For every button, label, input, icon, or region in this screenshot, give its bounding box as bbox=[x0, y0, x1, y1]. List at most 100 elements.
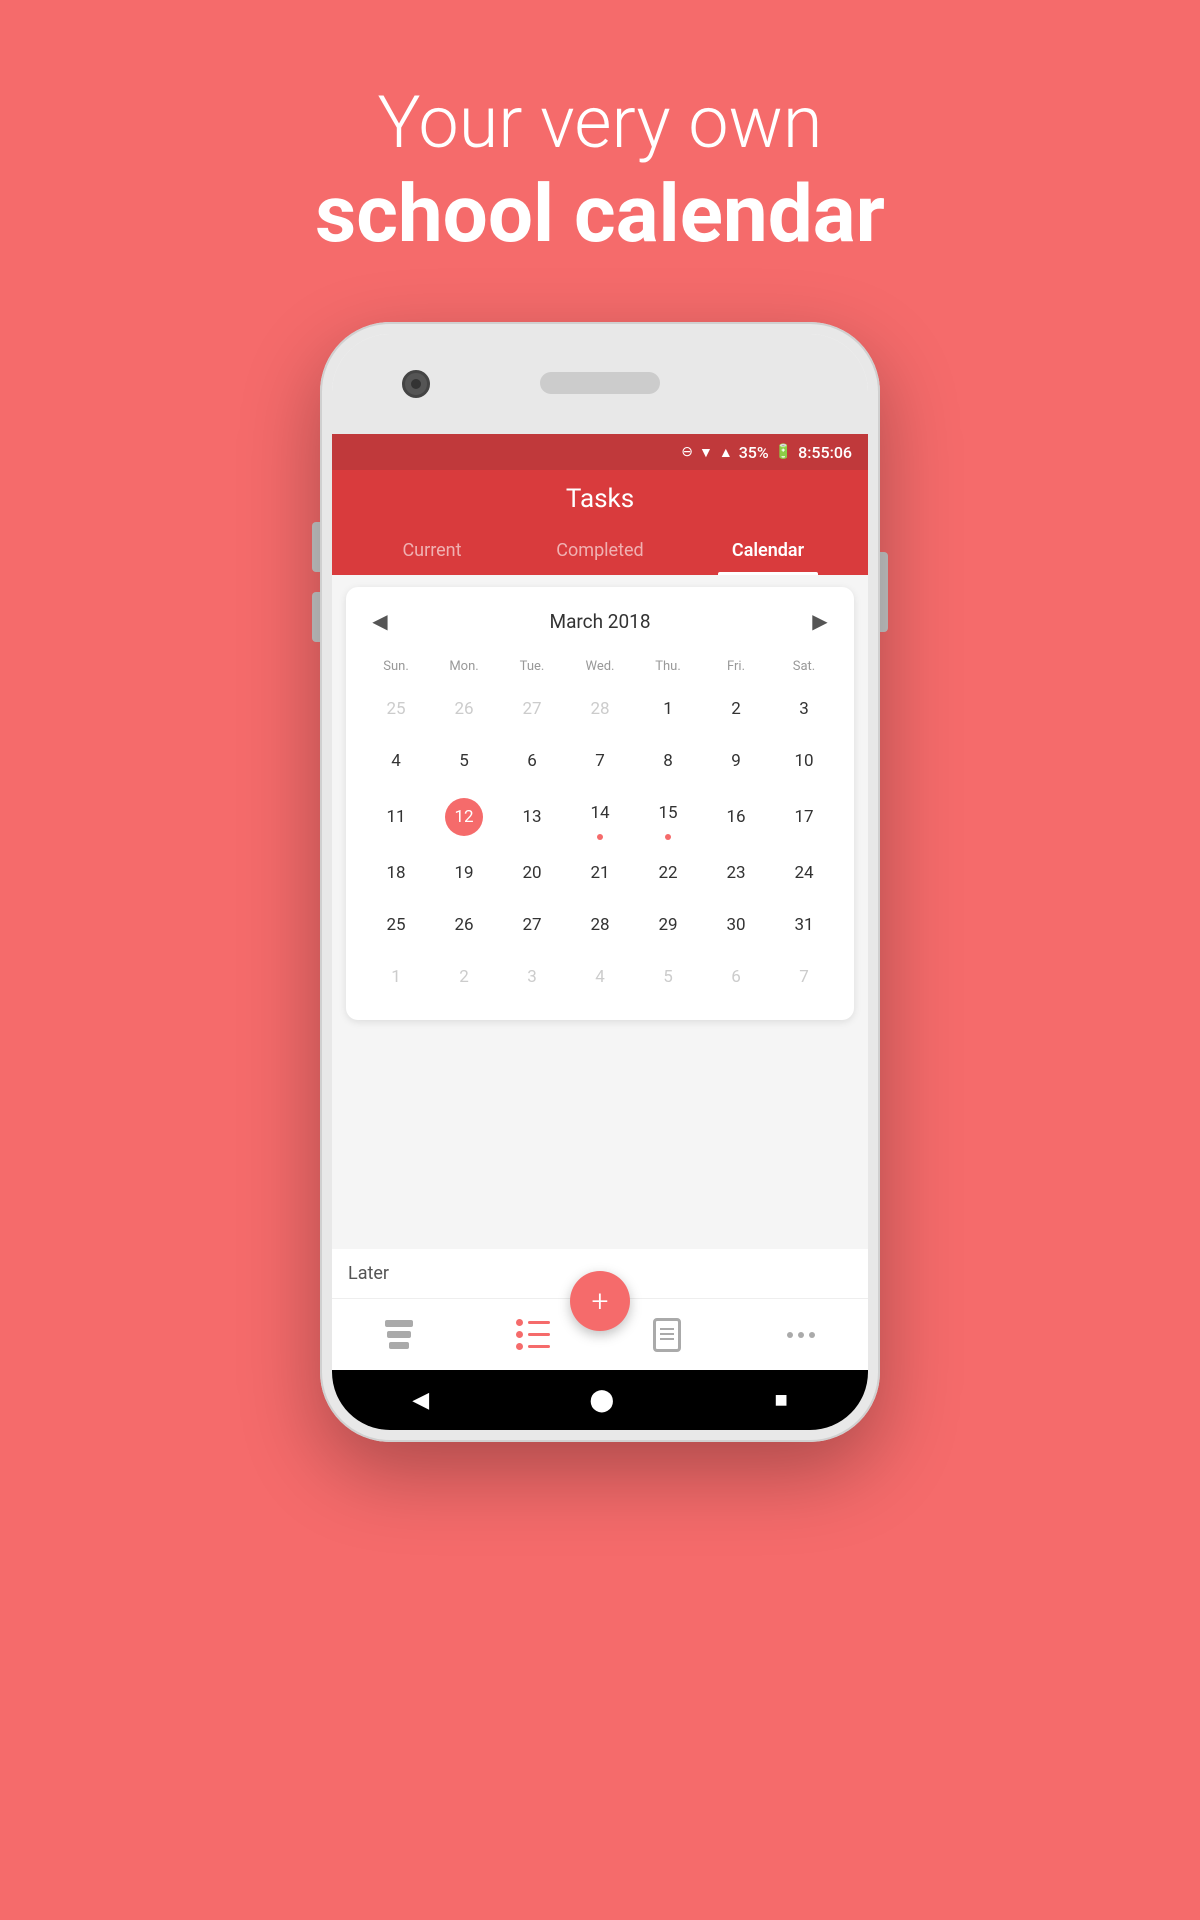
calendar-date-cell[interactable]: 12 bbox=[430, 788, 498, 848]
calendar-date-cell[interactable]: 29 bbox=[634, 900, 702, 952]
more-nav-button[interactable] bbox=[781, 1315, 821, 1355]
calendar-date: 19 bbox=[445, 854, 483, 892]
calendar-date: 6 bbox=[513, 742, 551, 780]
back-button[interactable]: ◀ bbox=[412, 1388, 429, 1413]
calendar-date-cell[interactable]: 24 bbox=[770, 848, 838, 900]
calendar-date-cell[interactable]: 14 bbox=[566, 788, 634, 848]
calendar-date: 3 bbox=[785, 690, 823, 728]
calendar-date-cell[interactable]: 18 bbox=[362, 848, 430, 900]
calendar-date-cell[interactable]: 28 bbox=[566, 900, 634, 952]
calendar-date: 11 bbox=[377, 798, 415, 836]
do-not-disturb-icon: ⊖ bbox=[681, 444, 693, 460]
calendar-container: ◀ March 2018 ▶ Sun.Mon.Tue.Wed.Thu.Fri.S… bbox=[332, 575, 868, 1249]
calendar-date-cell[interactable]: 3 bbox=[770, 684, 838, 736]
calendar-date: 28 bbox=[581, 906, 619, 944]
calendar-date-cell[interactable]: 1 bbox=[362, 952, 430, 1004]
notes-nav-button[interactable] bbox=[647, 1315, 687, 1355]
calendar-date-cell[interactable]: 30 bbox=[702, 900, 770, 952]
battery-icon: 🔋 bbox=[775, 444, 792, 460]
calendar-date-cell[interactable]: 27 bbox=[498, 900, 566, 952]
layers-nav-button[interactable] bbox=[379, 1315, 419, 1355]
calendar-date-cell[interactable]: 16 bbox=[702, 788, 770, 848]
event-dot bbox=[665, 834, 671, 840]
calendar-date-cell[interactable]: 22 bbox=[634, 848, 702, 900]
calendar-date-cell[interactable]: 20 bbox=[498, 848, 566, 900]
phone-inner: ⊖ ▼ ▲ 35% 🔋 8:55:06 Tasks Current bbox=[332, 334, 868, 1430]
phone-mockup: ⊖ ▼ ▲ 35% 🔋 8:55:06 Tasks Current bbox=[320, 322, 880, 1442]
tab-bar: Current Completed Calendar bbox=[348, 530, 852, 575]
calendar-date: 30 bbox=[717, 906, 755, 944]
event-dot bbox=[597, 834, 603, 840]
calendar-date: 2 bbox=[445, 958, 483, 996]
battery-text: 35% bbox=[739, 443, 769, 462]
calendar-date-cell[interactable]: 4 bbox=[362, 736, 430, 788]
calendar-date-cell[interactable]: 2 bbox=[430, 952, 498, 1004]
calendar-date-cell[interactable]: 2 bbox=[702, 684, 770, 736]
calendar-date-cell[interactable]: 17 bbox=[770, 788, 838, 848]
calendar-date-cell[interactable]: 25 bbox=[362, 900, 430, 952]
tab-current[interactable]: Current bbox=[348, 530, 516, 575]
time-text: 8:55:06 bbox=[798, 443, 852, 462]
calendar-date-cell[interactable]: 28 bbox=[566, 684, 634, 736]
calendar-date-cell[interactable]: 21 bbox=[566, 848, 634, 900]
later-label: Later bbox=[348, 1263, 389, 1284]
calendar-date: 31 bbox=[785, 906, 823, 944]
list-nav-button[interactable] bbox=[513, 1315, 553, 1355]
headline-line1: Your very own bbox=[315, 80, 885, 166]
calendar-card: ◀ March 2018 ▶ Sun.Mon.Tue.Wed.Thu.Fri.S… bbox=[346, 587, 854, 1020]
calendar-date-cell[interactable]: 15 bbox=[634, 788, 702, 848]
calendar-date-cell[interactable]: 7 bbox=[770, 952, 838, 1004]
calendar-date: 29 bbox=[649, 906, 687, 944]
calendar-date-cell[interactable]: 5 bbox=[430, 736, 498, 788]
signal-icon: ▲ bbox=[719, 444, 733, 461]
tab-completed[interactable]: Completed bbox=[516, 530, 684, 575]
calendar-date-cell[interactable]: 25 bbox=[362, 684, 430, 736]
calendar-date-cell[interactable]: 6 bbox=[702, 952, 770, 1004]
calendar-date-cell[interactable]: 6 bbox=[498, 736, 566, 788]
calendar-date-cell[interactable]: 1 bbox=[634, 684, 702, 736]
next-month-button[interactable]: ▶ bbox=[802, 603, 838, 639]
calendar-date: 26 bbox=[445, 690, 483, 728]
status-bar: ⊖ ▼ ▲ 35% 🔋 8:55:06 bbox=[332, 434, 868, 470]
tab-calendar[interactable]: Calendar bbox=[684, 530, 852, 575]
volume-down-button bbox=[312, 592, 320, 642]
calendar-date: 4 bbox=[377, 742, 415, 780]
recent-button[interactable]: ■ bbox=[774, 1387, 787, 1413]
calendar-date-cell[interactable]: 23 bbox=[702, 848, 770, 900]
calendar-date-cell[interactable]: 4 bbox=[566, 952, 634, 1004]
calendar-date-cell[interactable]: 11 bbox=[362, 788, 430, 848]
add-task-button[interactable]: + bbox=[570, 1271, 630, 1331]
calendar-date-cell[interactable]: 8 bbox=[634, 736, 702, 788]
home-button[interactable]: ⬤ bbox=[589, 1388, 614, 1413]
calendar-date-cell[interactable]: 26 bbox=[430, 684, 498, 736]
more-dots-icon bbox=[787, 1332, 815, 1338]
prev-month-button[interactable]: ◀ bbox=[362, 603, 398, 639]
calendar-date-cell[interactable]: 3 bbox=[498, 952, 566, 1004]
calendar-date-cell[interactable]: 26 bbox=[430, 900, 498, 952]
calendar-date-cell[interactable]: 9 bbox=[702, 736, 770, 788]
calendar-date: 8 bbox=[649, 742, 687, 780]
calendar-date: 5 bbox=[649, 958, 687, 996]
calendar-date-cell[interactable]: 27 bbox=[498, 684, 566, 736]
note-icon bbox=[653, 1318, 681, 1352]
calendar-date-cell[interactable]: 31 bbox=[770, 900, 838, 952]
calendar-date: 14 bbox=[581, 794, 619, 832]
calendar-date: 21 bbox=[581, 854, 619, 892]
calendar-date-cell[interactable]: 5 bbox=[634, 952, 702, 1004]
calendar-date-cell[interactable]: 7 bbox=[566, 736, 634, 788]
calendar-date-cell[interactable]: 13 bbox=[498, 788, 566, 848]
calendar-date: 23 bbox=[717, 854, 755, 892]
calendar-date-cell[interactable]: 10 bbox=[770, 736, 838, 788]
calendar-date: 27 bbox=[513, 690, 551, 728]
calendar-day-header: Fri. bbox=[702, 655, 770, 684]
calendar-date: 4 bbox=[581, 958, 619, 996]
calendar-date: 5 bbox=[445, 742, 483, 780]
wifi-icon: ▼ bbox=[699, 444, 713, 461]
calendar-date: 26 bbox=[445, 906, 483, 944]
calendar-date: 18 bbox=[377, 854, 415, 892]
calendar-date-cell[interactable]: 19 bbox=[430, 848, 498, 900]
calendar-date: 16 bbox=[717, 798, 755, 836]
calendar-date: 24 bbox=[785, 854, 823, 892]
calendar-date: 10 bbox=[785, 742, 823, 780]
phone-notch bbox=[332, 334, 868, 434]
